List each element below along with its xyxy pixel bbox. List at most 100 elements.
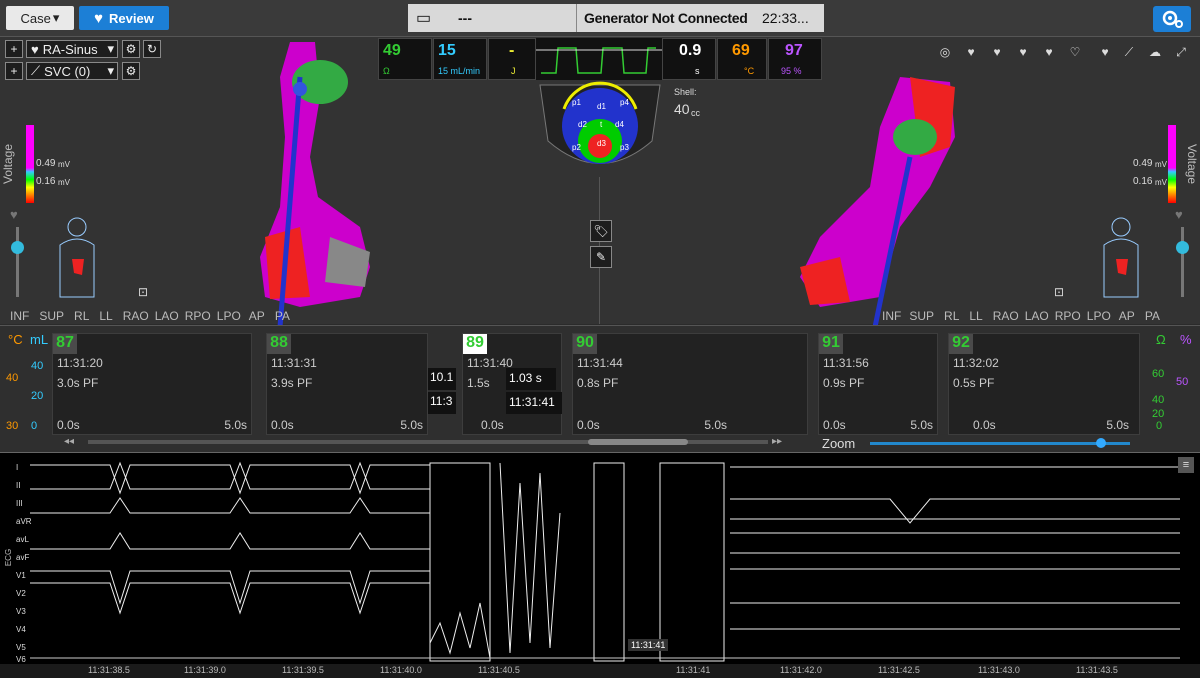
anatomy-map-left[interactable] <box>240 37 400 327</box>
ecg-menu-button[interactable]: ≡ <box>1178 457 1194 473</box>
view-lao[interactable]: LAO <box>155 309 179 323</box>
tag-icon: 🏷 <box>593 224 609 238</box>
view-rpo[interactable]: RPO <box>1055 309 1081 323</box>
settings-button[interactable] <box>1153 6 1191 32</box>
opacity-slider-right[interactable] <box>1176 227 1189 297</box>
heart-lock-icon[interactable]: ♥ <box>1014 43 1032 61</box>
vital-temperature: 69 °C <box>717 38 767 80</box>
view-inf[interactable]: INF <box>882 309 901 323</box>
add-catheter-button[interactable]: + <box>5 62 23 80</box>
voltage-scale-left <box>26 125 34 203</box>
zoom-slider[interactable] <box>870 438 1130 448</box>
strip-scroll-left-icon[interactable]: ◂◂ <box>64 436 74 447</box>
catheter-select[interactable]: ⟋ SVC (0) ▾ <box>26 62 118 80</box>
anatomy-map-right[interactable] <box>780 37 980 327</box>
strip-scrollbar[interactable] <box>88 439 768 445</box>
slider-thumb[interactable] <box>1096 438 1106 448</box>
view-inf[interactable]: INF <box>10 309 29 323</box>
ablation-segment-87[interactable]: 87 11:31:20 3.0s PF 0.0s 5.0s <box>52 333 252 435</box>
expand-icon[interactable]: ⤢ <box>1172 43 1190 61</box>
map-snapshot-icon-left[interactable]: ⊡ <box>134 283 152 301</box>
tooltip-duration: 1.03 s <box>506 368 556 390</box>
add-rhythm-button[interactable]: + <box>5 40 23 58</box>
rhythm-refresh-button[interactable]: ↻ <box>143 40 161 58</box>
view-ll[interactable]: LL <box>969 309 982 323</box>
tooltip-b: 11:3 <box>428 392 456 414</box>
view-rl[interactable]: RL <box>944 309 959 323</box>
tag-edit-button[interactable]: ✎ <box>590 246 612 268</box>
catheter-tool-icon[interactable]: ⟋ <box>1120 43 1138 61</box>
strip-scroll-right-icon[interactable]: ▸▸ <box>772 436 782 447</box>
case-menu-button[interactable]: Case ▾ <box>6 6 74 30</box>
map-snapshot-icon-right[interactable]: ⊡ <box>1050 283 1068 301</box>
view-ll[interactable]: LL <box>99 309 112 323</box>
vital-flow: 15 15 mL/min <box>433 38 487 80</box>
ecg-panel[interactable]: ECG I II III aVR avL avF V1 V2 V3 V4 V5 … <box>0 452 1200 678</box>
view-rpo[interactable]: RPO <box>185 309 211 323</box>
heart-half-icon[interactable]: ♥ <box>1040 43 1058 61</box>
review-button[interactable]: ♥ Review <box>79 6 169 30</box>
view-buttons-left: INF SUP RL LL RAO LAO RPO LPO AP PA <box>10 309 290 323</box>
ecg-traces <box>30 461 1180 662</box>
heart-icon: ♥ <box>94 9 104 27</box>
view-lpo[interactable]: LPO <box>217 309 241 323</box>
heart-icon: ♥ <box>1175 207 1183 222</box>
rhythm-select[interactable]: ♥ RA-Sinus ▾ <box>26 40 118 58</box>
rhythm-settings-button[interactable]: ⚙ <box>122 40 140 58</box>
vital-duration: 0.9 s <box>662 38 716 80</box>
chevron-down-icon: ▾ <box>107 41 114 56</box>
tooltip-time: 11:31:41 <box>506 392 562 414</box>
catheter-value: SVC (0) <box>44 63 91 79</box>
ablation-graph <box>536 38 662 80</box>
catheter-settings-button[interactable]: ⚙ <box>122 62 140 80</box>
gear-icon: ⚙ <box>125 42 137 56</box>
catheter-icon: ⟋ <box>31 63 41 78</box>
ablation-segment-88[interactable]: 88 11:31:31 3.9s PF 0.0s 5.0s <box>266 333 428 435</box>
heart-check-icon[interactable]: ♥ <box>1096 43 1114 61</box>
case-label: Case <box>20 10 51 26</box>
slider-thumb[interactable] <box>1176 241 1189 254</box>
vital-energy: -J <box>488 38 536 80</box>
chevron-down-icon: ▾ <box>52 10 60 25</box>
rhythm-value: RA-Sinus <box>42 41 98 57</box>
scrollbar-thumb[interactable] <box>588 439 688 445</box>
view-lao[interactable]: LAO <box>1025 309 1049 323</box>
body-orientation-icon-left[interactable] <box>54 215 100 299</box>
bed-icon: ▭ <box>416 10 432 27</box>
view-lpo[interactable]: LPO <box>1087 309 1111 323</box>
ablation-segment-91[interactable]: 91 11:31:56 0.9s PF 0.0s 5.0s <box>818 333 938 435</box>
generator-status-text: Generator Not Connected <box>584 10 748 26</box>
slider-thumb[interactable] <box>11 241 24 254</box>
view-rao[interactable]: RAO <box>993 309 1019 323</box>
heart-outline-icon[interactable]: ♡ <box>1066 43 1084 61</box>
view-rl[interactable]: RL <box>74 309 89 323</box>
voltage-label-left: Voltage <box>1 143 16 185</box>
cloud-icon[interactable]: ☁ <box>1146 43 1164 61</box>
heart-add-icon[interactable]: ♥ <box>962 43 980 61</box>
ablation-segment-90[interactable]: 90 11:31:44 0.8s PF 0.0s 5.0s <box>572 333 808 435</box>
voltage-label-right: Voltage <box>1185 143 1200 185</box>
view-pa[interactable]: PA <box>1145 309 1160 323</box>
body-orientation-icon-right[interactable] <box>1098 215 1144 299</box>
ablation-segment-92[interactable]: 92 11:32:02 0.5s PF 0.0s 5.0s <box>948 333 1140 435</box>
heart-icon: ♥ <box>10 207 18 222</box>
view-buttons-right: INF SUP RL LL RAO LAO RPO LPO AP PA <box>882 309 1160 323</box>
opacity-slider-left[interactable] <box>11 227 24 297</box>
view-pa[interactable]: PA <box>275 309 290 323</box>
view-ap[interactable]: AP <box>1119 309 1135 323</box>
heart-remove-icon[interactable]: ♥ <box>988 43 1006 61</box>
view-sup[interactable]: SUP <box>39 309 64 323</box>
gear-icon: ⚙ <box>125 64 137 78</box>
view-ap[interactable]: AP <box>249 309 265 323</box>
map-area[interactable]: + ♥ RA-Sinus ▾ ⚙ ↻ + ⟋ SVC (0) ▾ ⚙ 49 Ω 1… <box>0 37 1200 327</box>
view-rao[interactable]: RAO <box>123 309 149 323</box>
shell-unit: cc <box>691 108 700 118</box>
tag-button[interactable]: 🏷 <box>590 220 612 242</box>
chevron-down-icon: ▾ <box>107 63 114 78</box>
refresh-icon: ↻ <box>146 42 158 56</box>
view-sup[interactable]: SUP <box>909 309 934 323</box>
ecg-time-axis: 11:31:38.5 11:31:39.0 11:31:39.5 11:31:4… <box>0 664 1200 678</box>
divider <box>576 4 577 32</box>
map-tool-target-icon[interactable]: ◎ <box>936 43 954 61</box>
zoom-label: Zoom <box>822 436 856 451</box>
